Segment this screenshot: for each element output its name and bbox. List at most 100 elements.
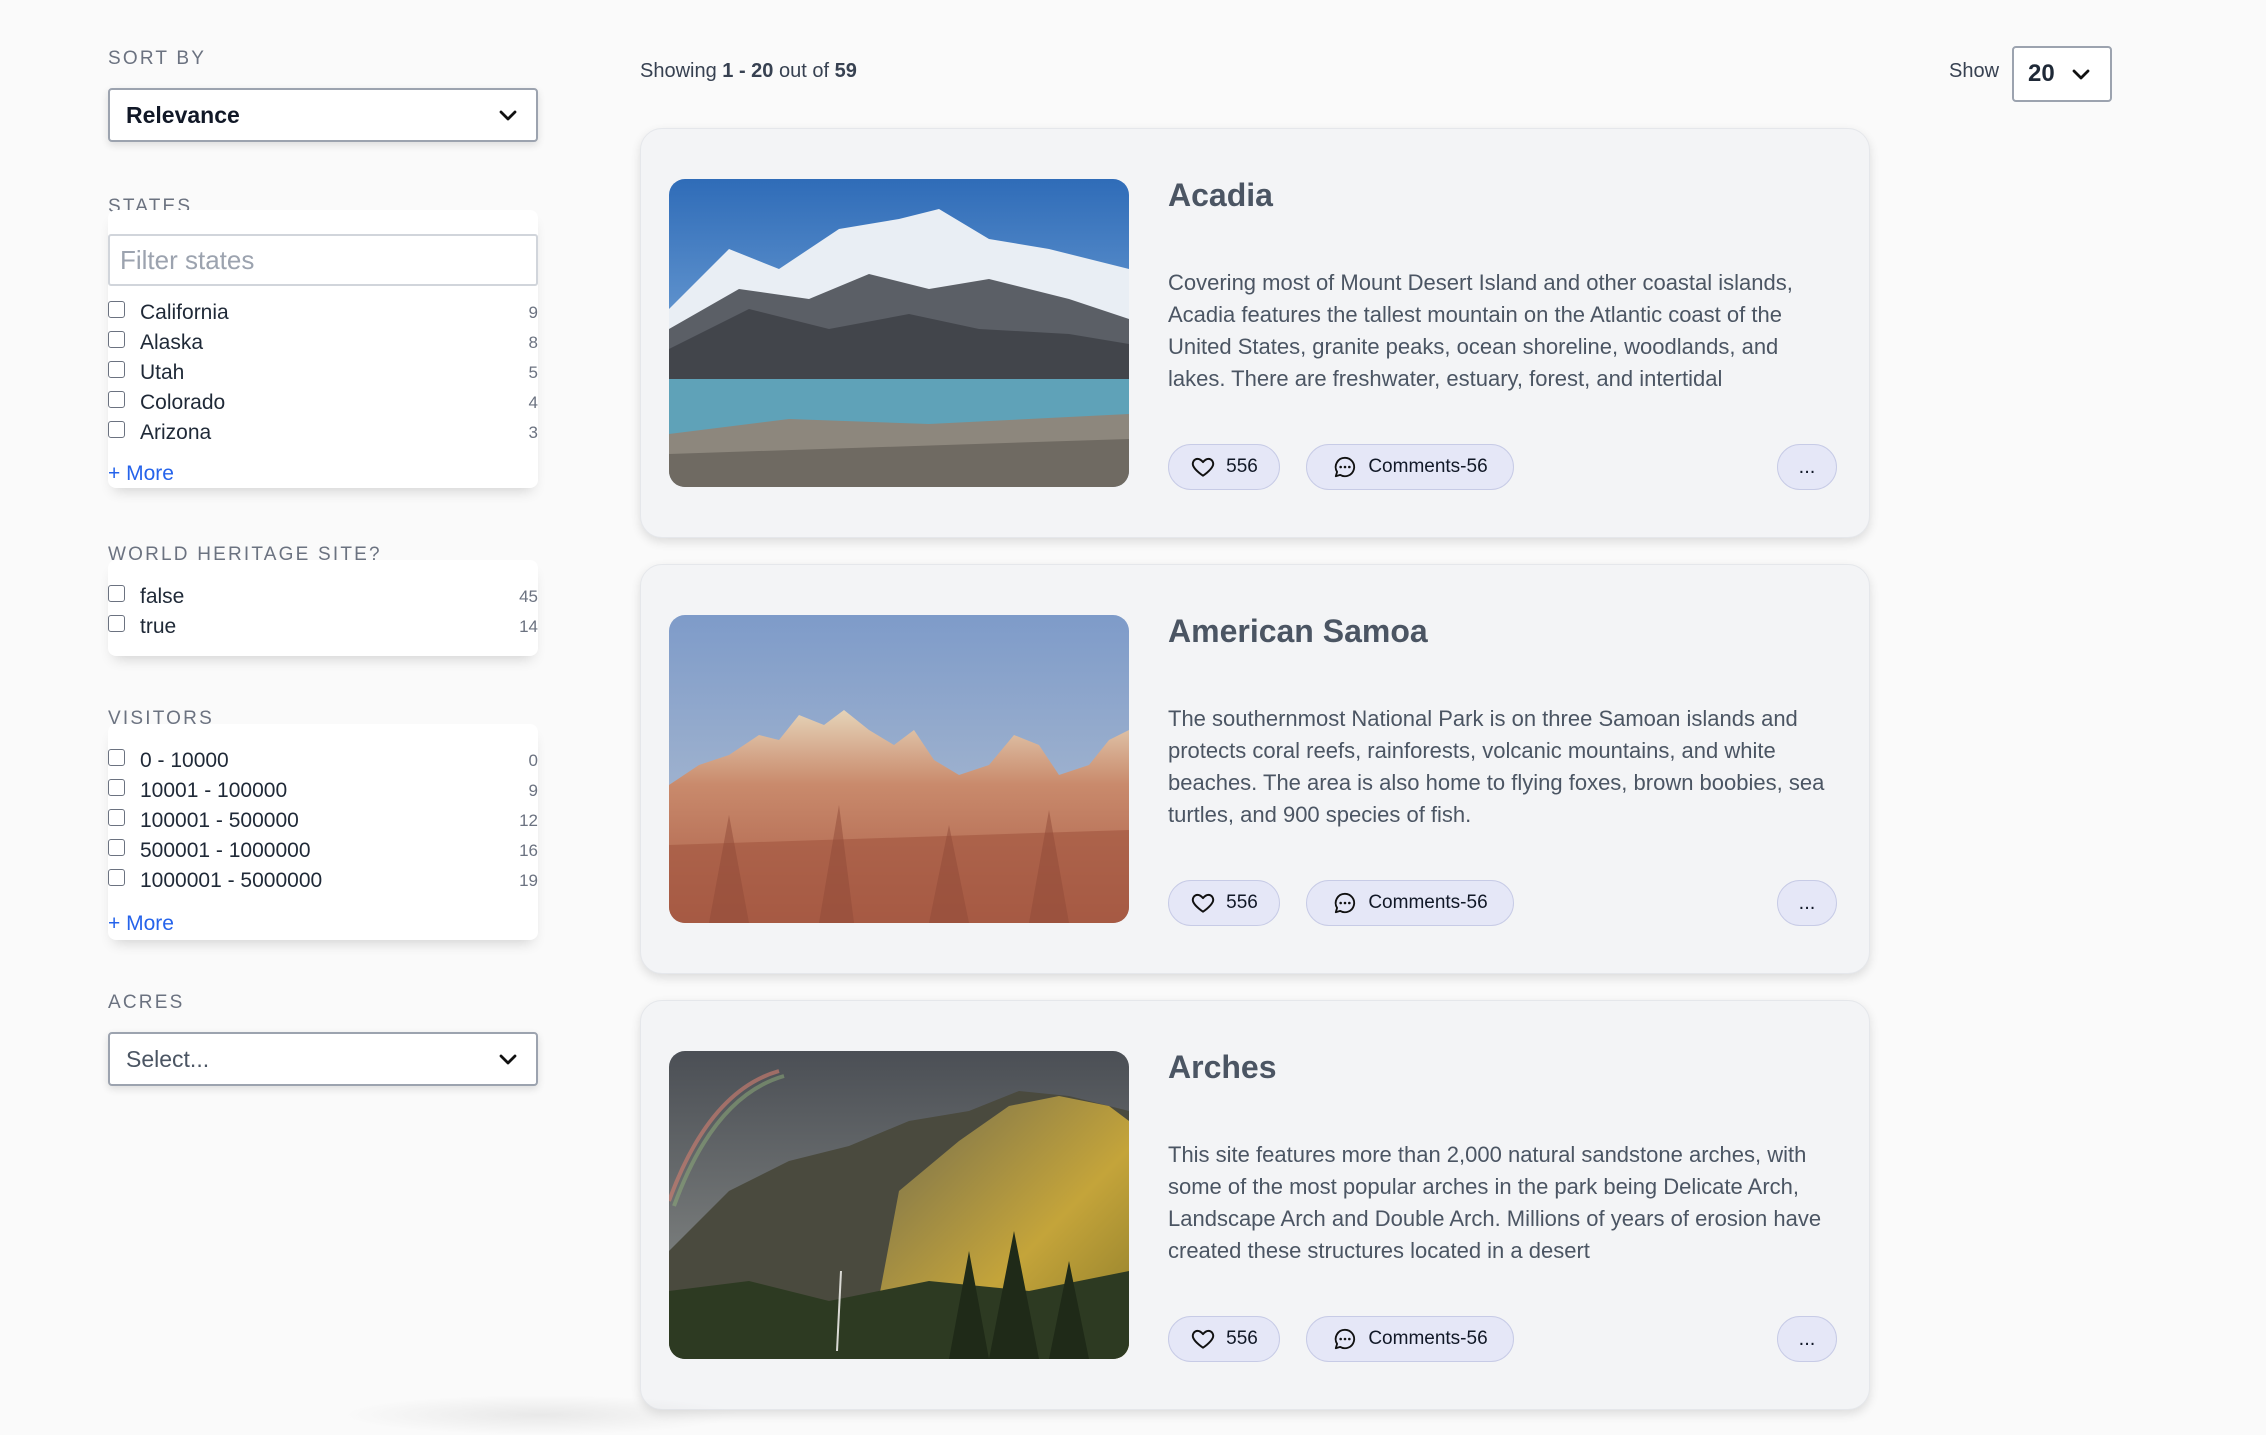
checkbox[interactable]	[108, 614, 125, 632]
like-button[interactable]: 556	[1168, 444, 1280, 490]
acres-select[interactable]: Select...	[108, 1032, 538, 1086]
heritage-option-false[interactable]: false 45	[108, 582, 538, 612]
checkbox[interactable]	[108, 390, 125, 408]
park-title[interactable]: Arches	[1168, 1049, 1277, 1086]
results-range: 1 - 20	[722, 60, 774, 82]
option-count: 9	[528, 303, 538, 322]
like-button[interactable]: 556	[1168, 880, 1280, 926]
visitors-option-3[interactable]: 100001 - 500000 12	[108, 806, 538, 836]
sort-select[interactable]: Relevance	[108, 88, 538, 142]
state-option-california[interactable]: California 9	[108, 298, 538, 328]
comment-icon	[1335, 892, 1356, 914]
option-count: 45	[519, 587, 538, 606]
heritage-option-true[interactable]: true 14	[108, 612, 538, 642]
comments-button[interactable]: Comments-56	[1306, 880, 1514, 926]
visitors-option-5[interactable]: 1000001 - 5000000 19	[108, 866, 538, 896]
filter-states-input[interactable]: Filter states	[108, 234, 538, 286]
option-label: 0 - 10000	[140, 749, 229, 772]
like-button[interactable]: 556	[1168, 1316, 1280, 1362]
page-size-select[interactable]: 20	[2012, 46, 2112, 102]
like-count: 556	[1226, 892, 1258, 913]
chevron-down-icon	[499, 1054, 517, 1065]
checkbox[interactable]	[108, 330, 125, 348]
visitors-option-2[interactable]: 10001 - 100000 9	[108, 776, 538, 806]
sort-by-label: SORT BY	[108, 48, 207, 69]
park-description: The southernmost National Park is on thr…	[1168, 706, 1825, 827]
option-label: 10001 - 100000	[140, 779, 288, 802]
state-option-utah[interactable]: Utah 5	[108, 358, 538, 388]
option-label: 100001 - 500000	[140, 809, 299, 832]
results-prefix: Showing	[640, 60, 717, 82]
park-title[interactable]: American Samoa	[1168, 613, 1428, 650]
checkbox[interactable]	[108, 778, 125, 796]
page-size-value: 20	[2028, 60, 2055, 87]
like-count: 556	[1226, 456, 1258, 477]
state-option-arizona[interactable]: Arizona 3	[108, 418, 538, 448]
world-heritage-panel: false 45 true 14	[108, 560, 538, 656]
option-count: 12	[519, 811, 538, 830]
park-card[interactable]: Acadia Covering most of Mount Desert Isl…	[640, 128, 1870, 538]
checkbox[interactable]	[108, 868, 125, 886]
option-count: 0	[528, 751, 538, 770]
park-description: This site features more than 2,000 natur…	[1168, 1142, 1822, 1263]
option-count: 16	[519, 841, 538, 860]
checkbox[interactable]	[108, 838, 125, 856]
park-image	[669, 615, 1129, 923]
comment-icon	[1335, 1328, 1356, 1350]
option-count: 14	[519, 617, 538, 636]
comments-label: Comments-56	[1368, 1328, 1488, 1349]
checkbox[interactable]	[108, 420, 125, 438]
comments-button[interactable]: Comments-56	[1306, 1316, 1514, 1362]
visitors-option-1[interactable]: 0 - 10000 0	[108, 746, 538, 776]
more-options-button[interactable]: ...	[1777, 1316, 1837, 1362]
option-label: Arizona	[140, 421, 212, 444]
heart-icon	[1192, 1329, 1215, 1349]
more-options-button[interactable]: ...	[1777, 444, 1837, 490]
option-label: Alaska	[140, 331, 204, 354]
visitors-option-4[interactable]: 500001 - 1000000 16	[108, 836, 538, 866]
more-options-button[interactable]: ...	[1777, 880, 1837, 926]
comment-icon	[1335, 456, 1356, 478]
park-image	[669, 1051, 1129, 1359]
checkbox[interactable]	[108, 300, 125, 318]
option-count: 9	[528, 781, 538, 800]
option-label: Colorado	[140, 391, 226, 414]
results-summary: Showing 1 - 20 out of 59	[640, 60, 857, 83]
results-middle: out of	[779, 60, 830, 82]
visitors-more-link[interactable]: + More	[108, 912, 174, 936]
option-count: 19	[519, 871, 538, 890]
checkbox[interactable]	[108, 748, 125, 766]
states-panel: Filter states California 9 Alaska 8 Utah…	[108, 210, 538, 488]
visitors-panel: 0 - 10000 0 10001 - 100000 9 100001 - 50…	[108, 724, 538, 940]
option-count: 3	[528, 423, 538, 442]
states-more-link[interactable]: + More	[108, 462, 174, 486]
acres-label: ACRES	[108, 992, 185, 1013]
option-label: false	[140, 585, 185, 608]
option-label: true	[140, 615, 177, 638]
park-card[interactable]: American Samoa The southernmost National…	[640, 564, 1870, 974]
option-label: 500001 - 1000000	[140, 839, 311, 862]
comments-button[interactable]: Comments-56	[1306, 444, 1514, 490]
acres-select-value: Select...	[126, 1045, 210, 1072]
option-count: 5	[528, 363, 538, 382]
decorative-shadow	[340, 1395, 740, 1435]
sort-select-value: Relevance	[126, 101, 240, 128]
like-count: 556	[1226, 1328, 1258, 1349]
park-card[interactable]: Arches This site features more than 2,00…	[640, 1000, 1870, 1410]
park-image	[669, 179, 1129, 487]
checkbox[interactable]	[108, 584, 125, 602]
option-label: 1000001 - 5000000	[140, 869, 323, 892]
state-option-colorado[interactable]: Colorado 4	[108, 388, 538, 418]
option-label: California	[140, 301, 229, 324]
park-title[interactable]: Acadia	[1168, 177, 1273, 214]
comments-label: Comments-56	[1368, 892, 1488, 913]
option-label: Utah	[140, 361, 185, 384]
results-total: 59	[834, 60, 857, 82]
checkbox[interactable]	[108, 808, 125, 826]
checkbox[interactable]	[108, 360, 125, 378]
heart-icon	[1192, 893, 1215, 913]
state-option-alaska[interactable]: Alaska 8	[108, 328, 538, 358]
comments-label: Comments-56	[1368, 456, 1488, 477]
option-count: 8	[528, 333, 538, 352]
heart-icon	[1192, 457, 1215, 477]
